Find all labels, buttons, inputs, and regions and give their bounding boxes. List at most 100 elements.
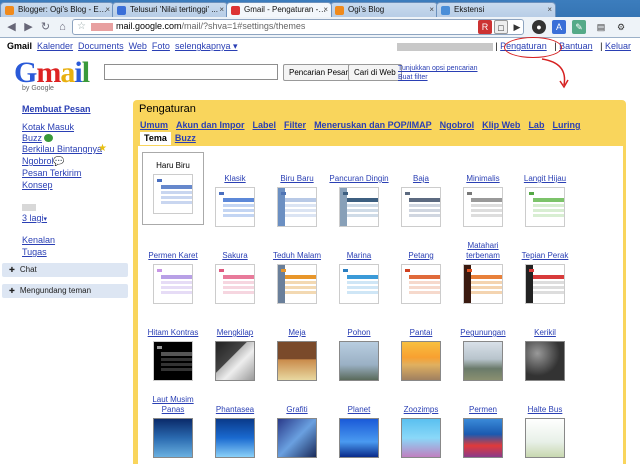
tab-ngobrol[interactable]: Ngobrol <box>440 119 475 132</box>
gbar-link-1[interactable]: Kalender <box>37 41 73 51</box>
sidebar-item-starred[interactable]: Berkilau Bintangnya <box>22 144 102 154</box>
logout-link[interactable]: Keluar <box>605 41 631 51</box>
theme-option[interactable]: Haru Biru <box>142 152 204 225</box>
theme-option[interactable]: Halte Bus <box>514 383 576 458</box>
theme-option[interactable]: Planet <box>328 383 390 458</box>
browser-tab[interactable]: Telusuri 'Nilai tertinggi' ... × <box>112 2 228 17</box>
search-mail-button[interactable]: Pencarian Pesan <box>283 64 356 81</box>
invite-section[interactable]: ✚ Mengundang teman <box>2 284 128 298</box>
theme-option[interactable]: Mengkilap <box>204 306 266 381</box>
theme-option[interactable]: Zoozimps <box>390 383 452 458</box>
theme-bar-swatch <box>285 275 316 279</box>
tab-luring[interactable]: Luring <box>552 119 580 132</box>
theme-option[interactable]: Permen <box>452 383 514 458</box>
browser-tab[interactable]: Gmail - Pengaturan - kl... × <box>226 2 332 17</box>
sidebar-item-chats[interactable]: Ngobrol <box>22 156 54 166</box>
theme-option[interactable]: Sakura <box>204 229 266 304</box>
tab-filter[interactable]: Filter <box>284 119 306 132</box>
go-icon[interactable]: ▶ <box>510 20 524 34</box>
tasks-link[interactable]: Tugas <box>22 247 47 257</box>
theme-option[interactable]: Klasik <box>204 152 266 227</box>
theme-row-swatch <box>223 204 254 207</box>
chat-section[interactable]: ✚ Chat <box>2 263 128 277</box>
theme-option[interactable]: Meja <box>266 306 328 381</box>
theme-tab-swatch <box>219 192 224 195</box>
theme-option[interactable]: Hitam Kontras <box>142 306 204 381</box>
forward-icon[interactable]: ▶ <box>21 20 36 35</box>
theme-option[interactable]: Pancuran Dingin <box>328 152 390 227</box>
show-search-options-link[interactable]: Tunjukkan opsi pencarian <box>398 64 478 73</box>
theme-name: Planet <box>347 405 371 414</box>
sidebar-item-buzz[interactable]: Buzz <box>22 133 42 143</box>
sidebar-item-sent[interactable]: Pesan Terkirim <box>22 168 81 178</box>
gbar-link-4[interactable]: Foto <box>152 41 170 51</box>
tab-meneruskan-dan-pop-imap[interactable]: Meneruskan dan POP/IMAP <box>314 119 432 132</box>
tab-klip-web[interactable]: Klip Web <box>482 119 520 132</box>
close-icon[interactable]: × <box>323 5 328 14</box>
rss-icon[interactable]: R <box>478 20 492 34</box>
theme-option[interactable]: Phantasea <box>204 383 266 458</box>
sidebar-item-inbox[interactable]: Kotak Masuk <box>22 122 74 132</box>
close-icon[interactable]: × <box>219 5 224 14</box>
tab-tema[interactable]: Tema <box>140 132 171 145</box>
tab-akun-dan-impor[interactable]: Akun dan Impor <box>176 119 245 132</box>
theme-option[interactable]: Pohon <box>328 306 390 381</box>
close-icon[interactable]: × <box>105 5 110 14</box>
gbar-link-0[interactable]: Gmail <box>7 41 32 51</box>
tab-buzz[interactable]: Buzz <box>175 132 196 145</box>
create-filter-link[interactable]: Buat filter <box>398 73 478 82</box>
gmail-logo[interactable]: Gmail by Google <box>14 58 94 94</box>
browser-tab[interactable]: Ogi's Blog × <box>330 2 438 17</box>
theme-option[interactable]: Biru Baru <box>266 152 328 227</box>
theme-option[interactable]: Marina <box>328 229 390 304</box>
tab-label[interactable]: Label <box>253 119 277 132</box>
tab-lab[interactable]: Lab <box>528 119 544 132</box>
browser-tab[interactable]: Blogger: Ogi's Blog - Ed... × <box>0 2 114 17</box>
theme-option[interactable]: Minimalis <box>452 152 514 227</box>
address-bar[interactable]: ☆ mail.google.com/mail/?shva=1#settings/… <box>72 19 524 35</box>
theme-name: Phantasea <box>215 405 255 414</box>
page-icon[interactable]: □ <box>494 20 508 34</box>
extension-icon[interactable]: ● <box>532 20 546 34</box>
browser-tab[interactable]: Ekstensi × <box>436 2 556 17</box>
theme-option[interactable]: Permen Karet <box>142 229 204 304</box>
theme-thumbnail <box>463 418 503 458</box>
theme-option[interactable]: Langit Hijau <box>514 152 576 227</box>
contacts-link[interactable]: Kenalan <box>22 235 55 245</box>
translate-icon[interactable]: A <box>552 20 566 34</box>
theme-option[interactable]: Petang <box>390 229 452 304</box>
reload-icon[interactable]: ↻ <box>38 20 53 35</box>
close-icon[interactable]: × <box>547 5 552 14</box>
theme-option[interactable]: Pantai <box>390 306 452 381</box>
theme-option[interactable]: Laut Musim Panas <box>142 383 204 458</box>
tab-title: Gmail - Pengaturan - kl... <box>244 5 327 14</box>
close-icon[interactable]: × <box>429 5 434 14</box>
theme-option[interactable]: Pegunungan <box>452 306 514 381</box>
theme-option[interactable]: Matahari terbenam <box>452 229 514 304</box>
search-input[interactable] <box>104 64 278 80</box>
bookmark-star-icon[interactable]: ☆ <box>77 21 86 32</box>
theme-name: Pegunungan <box>460 328 506 337</box>
more-labels-link[interactable]: 3 lagi▾ <box>22 213 47 223</box>
compose-link[interactable]: Membuat Pesan <box>22 104 91 114</box>
gbar-link-5[interactable]: selengkapnya ▾ <box>175 41 238 51</box>
tool-icon[interactable]: ✎ <box>572 20 586 34</box>
back-icon[interactable]: ◀ <box>4 20 19 35</box>
page-menu-icon[interactable]: ▤ <box>594 20 608 34</box>
wrench-icon[interactable]: ⚙ <box>614 20 628 34</box>
theme-option[interactable]: Teduh Malam <box>266 229 328 304</box>
gbar-link-2[interactable]: Documents <box>78 41 124 51</box>
theme-option[interactable]: Kerikil <box>514 306 576 381</box>
sidebar-item-drafts[interactable]: Konsep <box>22 180 53 190</box>
search-web-button[interactable]: Cari di Web <box>348 64 402 81</box>
home-icon[interactable]: ⌂ <box>55 20 70 35</box>
gbar-link-3[interactable]: Web <box>129 41 147 51</box>
theme-option[interactable]: Baja <box>390 152 452 227</box>
tab-umum[interactable]: Umum <box>140 119 168 132</box>
theme-row-swatch <box>161 196 192 199</box>
theme-option[interactable]: Grafiti <box>266 383 328 458</box>
theme-option[interactable]: Tepian Perak <box>514 229 576 304</box>
google-bar-left: Gmail Kalender Documents Web Foto selengkapny… <box>7 41 243 52</box>
url-host: mail.google.com <box>116 21 182 31</box>
help-link[interactable]: Bantuan <box>559 41 593 51</box>
